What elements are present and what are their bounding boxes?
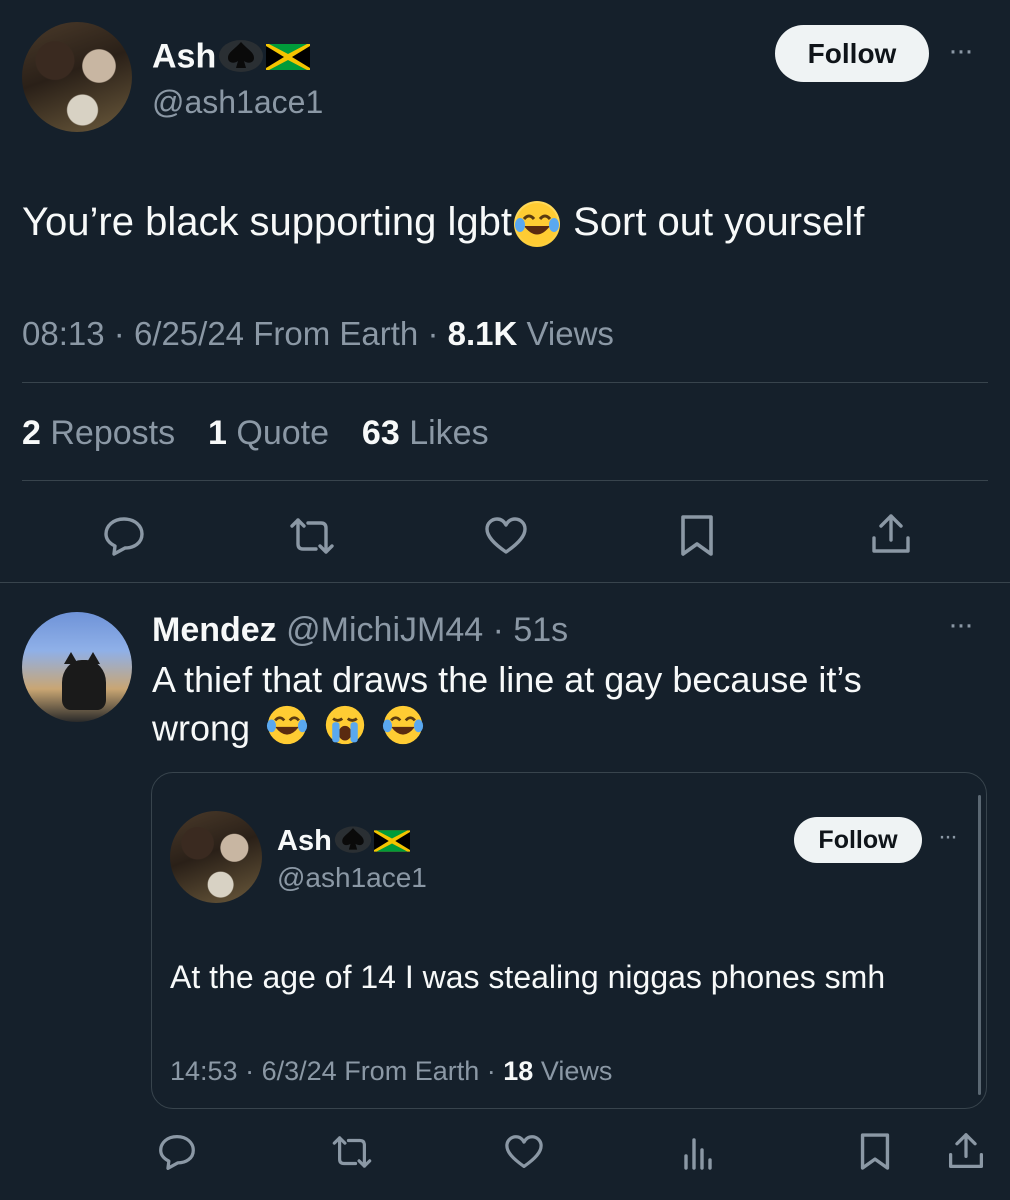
divider [0, 582, 1010, 583]
reply-author-avatar[interactable] [22, 612, 132, 722]
quoted-tweet-time[interactable]: 14:53 [170, 1056, 238, 1086]
quoted-tweet-date[interactable]: 6/3/24 [262, 1056, 337, 1086]
quoted-author-name-row: Ash [277, 821, 410, 864]
likes-count: 63 [361, 414, 400, 452]
tweet-date[interactable]: 6/25/24 [134, 315, 244, 352]
quotes-stat[interactable]: 1 Quote [208, 414, 329, 452]
tweet-text: You’re black supporting lgbt Sort out yo… [22, 196, 864, 248]
tweet-text-part2: Sort out yourself [561, 200, 865, 244]
spade-icon [334, 821, 372, 864]
reply-more-options-icon[interactable]: ··· [948, 608, 974, 642]
reposts-stat[interactable]: 2 Reposts [22, 414, 175, 452]
spade-icon [218, 34, 264, 83]
reposts-label: Reposts [50, 414, 176, 452]
tweet-source: From Earth [253, 315, 419, 352]
reply-time[interactable]: 51s [513, 611, 568, 649]
jamaica-flag-icon [266, 39, 311, 79]
author-avatar[interactable] [22, 22, 132, 132]
meta-separator: · [427, 315, 439, 352]
follow-button[interactable]: Follow [775, 25, 929, 82]
quoted-more-options-icon[interactable]: ··· [938, 823, 958, 851]
quoted-tweet-meta: 14:53 · 6/3/24 From Earth · 18 Views [170, 1054, 612, 1088]
quoted-scrollbar[interactable] [978, 795, 981, 1095]
reply-author-handle[interactable]: @MichiJM44 [286, 611, 483, 649]
jamaica-flag-icon [373, 825, 410, 861]
likes-stat[interactable]: 63 Likes [362, 414, 489, 452]
quote-label: Quote [236, 414, 330, 452]
more-options-icon[interactable]: ··· [948, 34, 974, 68]
meta-separator: · [486, 1056, 496, 1086]
reply-icon[interactable] [102, 515, 146, 557]
reply-icon[interactable] [157, 1133, 197, 1171]
bookmark-icon[interactable] [859, 1132, 891, 1172]
bookmark-icon[interactable] [679, 514, 715, 558]
tweet-text-part1: You’re black supporting lgbt [22, 200, 512, 244]
divider [22, 382, 988, 383]
likes-label: Likes [409, 414, 489, 452]
quote-count: 1 [208, 414, 227, 452]
reply-header: Mendez @MichiJM44 · 51s [152, 610, 568, 650]
author-handle[interactable]: @ash1ace1 [152, 82, 323, 122]
quoted-author-handle[interactable]: @ash1ace1 [277, 861, 427, 895]
divider [22, 480, 988, 481]
quoted-author-avatar[interactable] [170, 811, 262, 903]
tweet-meta: 08:13 · 6/25/24 From Earth · 8.1K Views [22, 314, 614, 354]
quoted-tweet-text: At the age of 14 I was stealing niggas p… [170, 959, 886, 995]
reply-text-line2: wrong [152, 707, 251, 749]
views-label: Views [526, 315, 614, 352]
laughing-emoji-icon [513, 201, 560, 248]
quoted-author-name[interactable]: Ash [277, 825, 332, 857]
quoted-follow-button[interactable]: Follow [794, 817, 922, 863]
laughing-emoji-icon [382, 704, 424, 758]
quoted-tweet-source: From Earth [344, 1056, 480, 1086]
tweet-stats: 2 Reposts 1 Quote 63 Likes [22, 413, 489, 453]
author-name-row: Ash [152, 34, 311, 83]
author-name[interactable]: Ash [152, 37, 216, 75]
crying-emoji-icon [324, 704, 366, 758]
like-icon[interactable] [503, 1134, 545, 1170]
views-icon[interactable] [682, 1134, 716, 1170]
reposts-count: 2 [22, 414, 41, 452]
share-icon[interactable] [947, 1131, 985, 1171]
reply-author-name[interactable]: Mendez [152, 611, 277, 649]
quoted-views-count: 18 [503, 1056, 534, 1086]
repost-icon[interactable] [329, 1134, 375, 1170]
repost-icon[interactable] [286, 516, 338, 556]
views-count: 8.1K [447, 315, 518, 352]
quoted-views-label: Views [540, 1056, 613, 1086]
like-icon[interactable] [483, 516, 529, 556]
meta-separator: · [483, 611, 514, 649]
reply-text-line1: A thief that draws the line at gay becau… [152, 659, 862, 700]
laughing-emoji-icon [266, 704, 308, 758]
tweet-time[interactable]: 08:13 [22, 315, 105, 352]
quoted-tweet-card[interactable]: Ash @ash1ace1 Follow ··· At the age of 1… [151, 772, 987, 1109]
reply-text-line2-row: wrong [152, 704, 862, 758]
share-icon[interactable] [870, 512, 912, 556]
meta-separator: · [245, 1056, 255, 1086]
reply-text: A thief that draws the line at gay becau… [152, 656, 862, 758]
meta-separator: · [113, 315, 125, 352]
